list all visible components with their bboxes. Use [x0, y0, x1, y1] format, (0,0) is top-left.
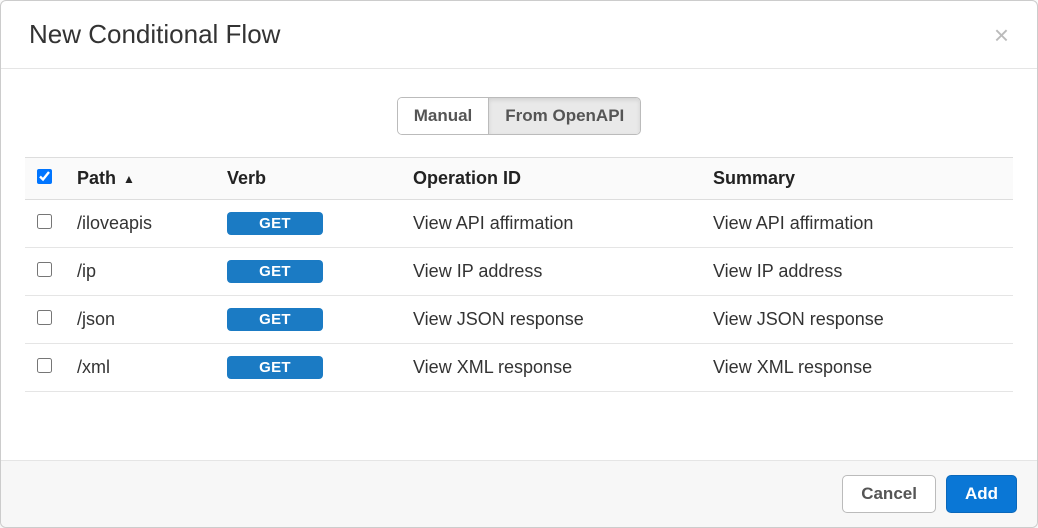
- tab-manual[interactable]: Manual: [398, 98, 490, 134]
- row-checkbox[interactable]: [37, 214, 52, 229]
- header-verb[interactable]: Verb: [219, 158, 405, 200]
- verb-badge: GET: [227, 308, 323, 331]
- header-path[interactable]: Path ▲: [69, 158, 219, 200]
- row-checkbox[interactable]: [37, 262, 52, 277]
- cell-path: /ip: [69, 248, 219, 296]
- operations-table: Path ▲ Verb Operation ID Summary /ilovea…: [25, 157, 1013, 392]
- tab-from-openapi[interactable]: From OpenAPI: [489, 98, 640, 134]
- verb-badge: GET: [227, 356, 323, 379]
- table-row: /iloveapis GET View API affirmation View…: [25, 200, 1013, 248]
- close-icon[interactable]: ×: [994, 22, 1009, 48]
- cell-summary: View API affirmation: [705, 200, 1013, 248]
- cell-operation-id: View IP address: [405, 248, 705, 296]
- sort-ascending-icon: ▲: [123, 172, 135, 186]
- header-select-all: [25, 158, 69, 200]
- cell-path: /xml: [69, 344, 219, 392]
- cell-path: /json: [69, 296, 219, 344]
- add-button[interactable]: Add: [946, 475, 1017, 513]
- cell-operation-id: View XML response: [405, 344, 705, 392]
- verb-badge: GET: [227, 260, 323, 283]
- row-checkbox[interactable]: [37, 358, 52, 373]
- modal-title: New Conditional Flow: [29, 19, 280, 50]
- cell-summary: View XML response: [705, 344, 1013, 392]
- source-toggle: Manual From OpenAPI: [25, 97, 1013, 135]
- row-checkbox[interactable]: [37, 310, 52, 325]
- cancel-button[interactable]: Cancel: [842, 475, 936, 513]
- table-header-row: Path ▲ Verb Operation ID Summary: [25, 158, 1013, 200]
- header-summary[interactable]: Summary: [705, 158, 1013, 200]
- cell-summary: View IP address: [705, 248, 1013, 296]
- cell-operation-id: View API affirmation: [405, 200, 705, 248]
- cell-summary: View JSON response: [705, 296, 1013, 344]
- modal-header: New Conditional Flow ×: [1, 1, 1037, 69]
- table-body: /iloveapis GET View API affirmation View…: [25, 200, 1013, 392]
- select-all-checkbox[interactable]: [37, 169, 52, 184]
- header-operation-id[interactable]: Operation ID: [405, 158, 705, 200]
- new-conditional-flow-modal: New Conditional Flow × Manual From OpenA…: [0, 0, 1038, 528]
- table-row: /ip GET View IP address View IP address: [25, 248, 1013, 296]
- header-path-label: Path: [77, 168, 116, 188]
- cell-operation-id: View JSON response: [405, 296, 705, 344]
- modal-body: Manual From OpenAPI Path ▲ Verb Operatio…: [1, 69, 1037, 460]
- verb-badge: GET: [227, 212, 323, 235]
- toggle-group: Manual From OpenAPI: [397, 97, 642, 135]
- table-row: /json GET View JSON response View JSON r…: [25, 296, 1013, 344]
- modal-footer: Cancel Add: [1, 460, 1037, 527]
- cell-path: /iloveapis: [69, 200, 219, 248]
- table-row: /xml GET View XML response View XML resp…: [25, 344, 1013, 392]
